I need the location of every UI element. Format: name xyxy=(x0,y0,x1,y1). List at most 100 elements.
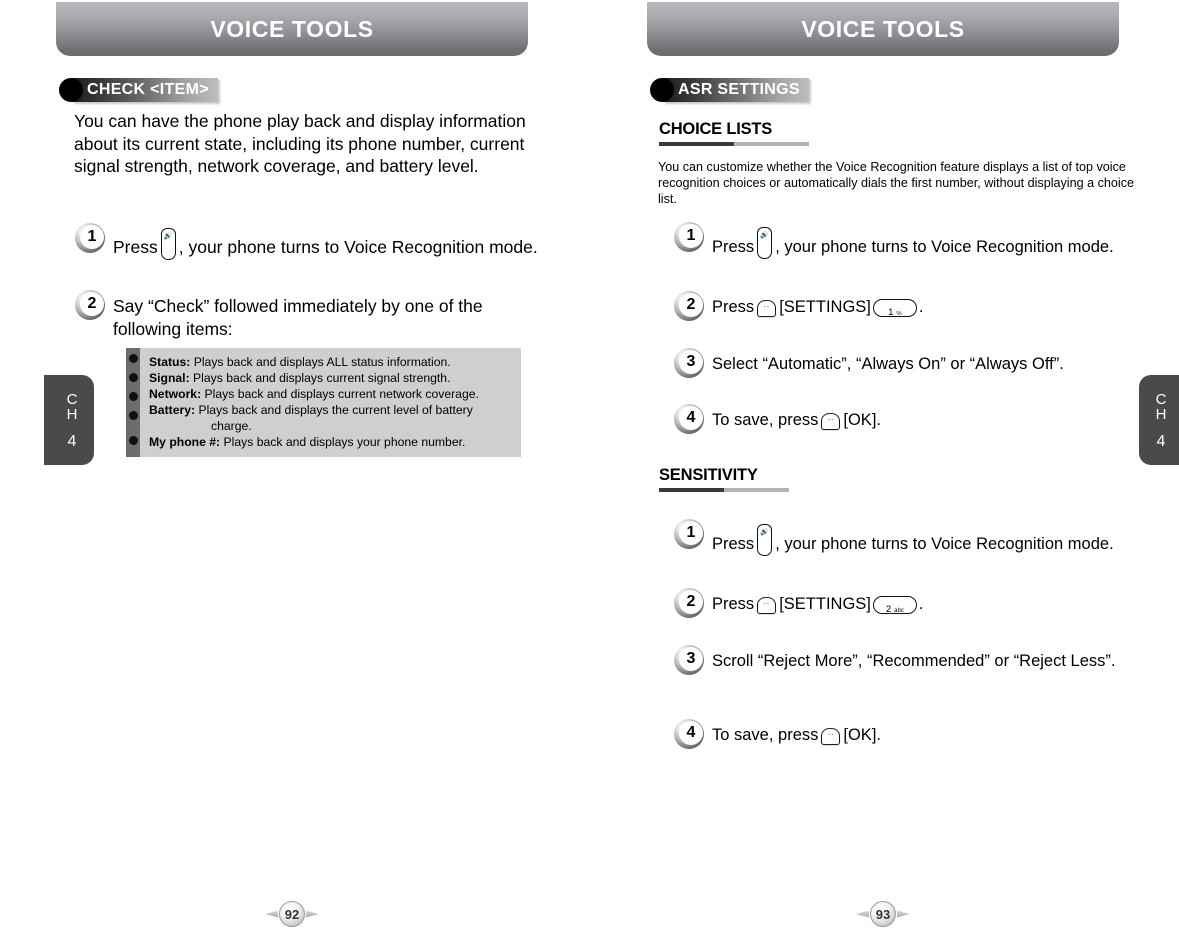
info-box-desc: Plays back and displays ALL status infor… xyxy=(193,355,451,369)
soft-key-icon: ·· xyxy=(821,413,841,431)
page-wing-right-icon xyxy=(897,910,910,918)
info-box-item: Status: Plays back and displays ALL stat… xyxy=(149,354,511,370)
chapter-tab-line1: C xyxy=(1155,390,1167,408)
step-number-badge: 3 xyxy=(674,645,704,675)
step-number-badge: 1 xyxy=(674,222,704,252)
choice-lists-step-2: 2 Press ·· [SETTINGS] 1 ℅. xyxy=(674,291,1164,321)
page-number: 93 xyxy=(870,901,896,927)
step-text-middle: [SETTINGS] xyxy=(779,298,871,316)
badge-label: ASR SETTINGS xyxy=(678,81,800,98)
step-text-after: , your phone turns to Voice Recognition … xyxy=(178,237,538,257)
sensitivity-step-4: 4 To save, press ·· [OK]. xyxy=(674,719,1164,749)
side-voice-key-icon xyxy=(757,524,773,556)
sensitivity-step-2: 2 Press ·· [SETTINGS] 2 abc. xyxy=(674,588,1164,618)
step-number-badge: 4 xyxy=(674,719,704,749)
info-box-term: Battery: xyxy=(149,403,196,417)
choice-lists-intro: You can customize whether the Voice Reco… xyxy=(658,160,1135,206)
subsection-rule xyxy=(659,142,809,146)
step-text: To save, press ·· [OK]. xyxy=(712,724,881,746)
choice-lists-step-4: 4 To save, press ·· [OK]. xyxy=(674,404,1164,434)
info-box-desc: Plays back and displays current network … xyxy=(204,387,479,401)
step-1: 1 Press , your phone turns to Voice Recog… xyxy=(75,223,565,260)
step-number: 4 xyxy=(686,409,696,426)
step-number-badge: 4 xyxy=(674,404,704,434)
step-number-badge: 2 xyxy=(674,588,704,618)
info-box-desc: Plays back and displays the current leve… xyxy=(198,403,473,417)
info-box-item: Battery: Plays back and displays the cur… xyxy=(149,402,511,418)
choice-lists-step-1: 1 Press , your phone turns to Voice Recog… xyxy=(674,222,1164,259)
chapter-tab-number: 4 xyxy=(67,432,77,450)
step-number: 2 xyxy=(686,296,696,313)
step-2: 2 Say “Check” followed immediately by on… xyxy=(75,290,555,340)
side-voice-key-icon xyxy=(757,227,773,259)
info-box-continuation: charge. xyxy=(211,419,252,433)
num-key-sub: abc xyxy=(894,608,904,614)
num-key-digit: 1 xyxy=(888,307,894,318)
step-text-after: , your phone turns to Voice Recognition … xyxy=(775,535,1114,553)
step-number: 2 xyxy=(686,593,696,610)
step-number: 1 xyxy=(686,524,696,541)
badge-label: CHECK <ITEM> xyxy=(87,81,209,98)
step-number: 3 xyxy=(686,650,696,667)
step-text-tail: . xyxy=(918,298,924,316)
chapter-tab-line1: C xyxy=(66,390,78,408)
banner-title: VOICE TOOLS xyxy=(801,15,965,42)
step-text-before: Press xyxy=(712,535,755,553)
banner-title: VOICE TOOLS xyxy=(210,15,374,42)
intro-paragraph: You can have the phone play back and dis… xyxy=(74,111,526,176)
soft-key-icon: ·· xyxy=(757,597,777,615)
step-text: Press ·· [SETTINGS] 1 ℅. xyxy=(712,296,923,318)
info-box-item: Network: Plays back and displays current… xyxy=(149,386,511,402)
step-text: Scroll “Reject More”, “Recommended” or “… xyxy=(712,652,1116,670)
left-page: VOICE TOOLS CHECK <ITEM> You can have th… xyxy=(44,0,586,935)
step-text: Say “Check” followed immediately by one … xyxy=(113,296,483,339)
page-wing-right-icon xyxy=(306,910,319,918)
sensitivity-step-3: 3 Scroll “Reject More”, “Recommended” or… xyxy=(674,645,1144,675)
step-text-before: Press xyxy=(712,595,755,613)
subsection-title: CHOICE LISTS xyxy=(659,120,773,138)
info-box-term: Network: xyxy=(149,387,202,401)
step-text-before: To save, press xyxy=(712,411,819,429)
info-box: Status: Plays back and displays ALL stat… xyxy=(126,348,521,457)
step-number-badge: 2 xyxy=(75,290,105,320)
step-number-badge: 1 xyxy=(75,223,105,253)
info-box-term: Status: xyxy=(149,355,191,369)
step-number: 3 xyxy=(686,353,696,370)
step-number-badge: 1 xyxy=(674,519,704,549)
info-box-term: Signal: xyxy=(149,371,190,385)
soft-key-icon: ·· xyxy=(757,300,777,318)
side-voice-key-icon xyxy=(160,228,176,260)
badge-dot-icon xyxy=(59,78,83,102)
section-badge-check-item: CHECK <ITEM> xyxy=(59,78,218,102)
subsection-heading-choice-lists: CHOICE LISTS xyxy=(659,120,809,146)
step-text-tail: . xyxy=(918,595,924,613)
step-number: 1 xyxy=(686,227,696,244)
info-box-desc: Plays back and displays current signal s… xyxy=(193,371,451,385)
soft-key-icon: ·· xyxy=(821,728,841,746)
step-text: Press , your phone turns to Voice Recogni… xyxy=(712,524,1114,556)
bullet-icon xyxy=(128,392,138,401)
subsection-title: SENSITIVITY xyxy=(659,466,758,484)
choice-lists-step-3: 3 Select “Automatic”, “Always On” or “Al… xyxy=(674,348,1174,378)
badge-bar: CHECK <ITEM> xyxy=(72,78,218,102)
step-text-before: Press xyxy=(712,298,755,316)
step-text: Press , your phone turns to Voice Recogni… xyxy=(712,227,1114,259)
page-banner-right: VOICE TOOLS xyxy=(647,2,1119,56)
page-banner-left: VOICE TOOLS xyxy=(56,2,528,56)
page-wing-left-icon xyxy=(856,910,869,918)
bullet-list xyxy=(126,348,140,455)
step-number: 2 xyxy=(87,295,97,312)
page-number-footer-right: 93 xyxy=(848,901,918,927)
step-text: To save, press ·· [OK]. xyxy=(712,409,881,431)
step-text-after: [OK]. xyxy=(843,726,881,744)
page-number: 92 xyxy=(279,901,305,927)
bullet-icon xyxy=(128,436,138,445)
num-key-sub: ℅ xyxy=(896,311,902,317)
info-box-body: Status: Plays back and displays ALL stat… xyxy=(140,348,521,457)
step-text-before: To save, press xyxy=(712,726,819,744)
step-text-before: Press xyxy=(113,237,158,257)
step-text-after: , your phone turns to Voice Recognition … xyxy=(775,238,1114,256)
subsection-rule xyxy=(659,488,789,492)
num-key-1-icon: 1 ℅ xyxy=(872,299,917,318)
step-number-badge: 3 xyxy=(674,348,704,378)
